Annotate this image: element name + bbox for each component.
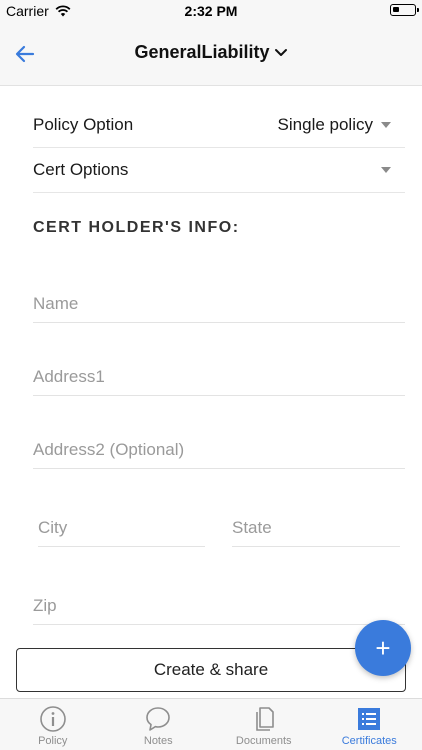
caret-down-icon bbox=[381, 121, 391, 128]
tab-documents[interactable]: Documents bbox=[211, 699, 317, 750]
address1-field[interactable] bbox=[33, 356, 405, 396]
tab-documents-label: Documents bbox=[235, 735, 292, 747]
cert-options-label: Cert Options bbox=[33, 160, 129, 179]
navigation-bar: GeneralLiability bbox=[0, 22, 422, 86]
tab-notes[interactable]: Notes bbox=[106, 699, 212, 750]
zip-field[interactable] bbox=[33, 585, 405, 625]
caret-down-icon bbox=[381, 167, 391, 173]
info-icon bbox=[39, 706, 66, 732]
policy-type-selector[interactable]: GeneralLiability bbox=[0, 42, 422, 63]
policy-option-label: Policy Option bbox=[33, 114, 134, 134]
name-field[interactable] bbox=[33, 283, 405, 323]
tab-certificates[interactable]: Certificates bbox=[317, 699, 422, 750]
cert-options-row[interactable]: Cert Options bbox=[33, 148, 405, 193]
tab-certificates-label: Certificates bbox=[341, 735, 397, 747]
address2-input[interactable] bbox=[33, 440, 405, 460]
tab-policy-label: Policy bbox=[38, 735, 68, 747]
page-title: GeneralLiability bbox=[134, 42, 270, 62]
address1-input[interactable] bbox=[33, 367, 405, 387]
tab-notes-label: Notes bbox=[143, 735, 173, 747]
chevron-down-icon bbox=[274, 48, 287, 56]
chat-bubble-icon bbox=[146, 707, 171, 731]
state-input[interactable] bbox=[232, 518, 400, 538]
battery-icon bbox=[390, 4, 419, 16]
section-heading: CERT HOLDER'S INFO: bbox=[33, 219, 240, 236]
address2-field[interactable] bbox=[33, 429, 405, 469]
policy-option-value: Single policy bbox=[277, 114, 373, 134]
city-field[interactable] bbox=[38, 507, 205, 547]
documents-icon bbox=[255, 707, 274, 731]
create-and-share-button[interactable]: Create & share bbox=[16, 648, 406, 692]
status-time: 2:32 PM bbox=[184, 3, 238, 19]
tab-bar: Policy Notes Documents Certificates bbox=[0, 698, 422, 750]
tab-policy[interactable]: Policy bbox=[0, 699, 106, 750]
zip-input[interactable] bbox=[33, 596, 405, 616]
city-input[interactable] bbox=[38, 518, 205, 538]
policy-option-row[interactable]: Policy Option Single policy bbox=[33, 102, 405, 148]
status-bar: Carrier 2:32 PM bbox=[0, 0, 422, 22]
name-input[interactable] bbox=[33, 294, 405, 314]
state-field[interactable] bbox=[232, 507, 400, 547]
status-right bbox=[390, 4, 419, 16]
add-fab-button[interactable]: + bbox=[355, 620, 411, 676]
list-icon bbox=[358, 708, 381, 730]
